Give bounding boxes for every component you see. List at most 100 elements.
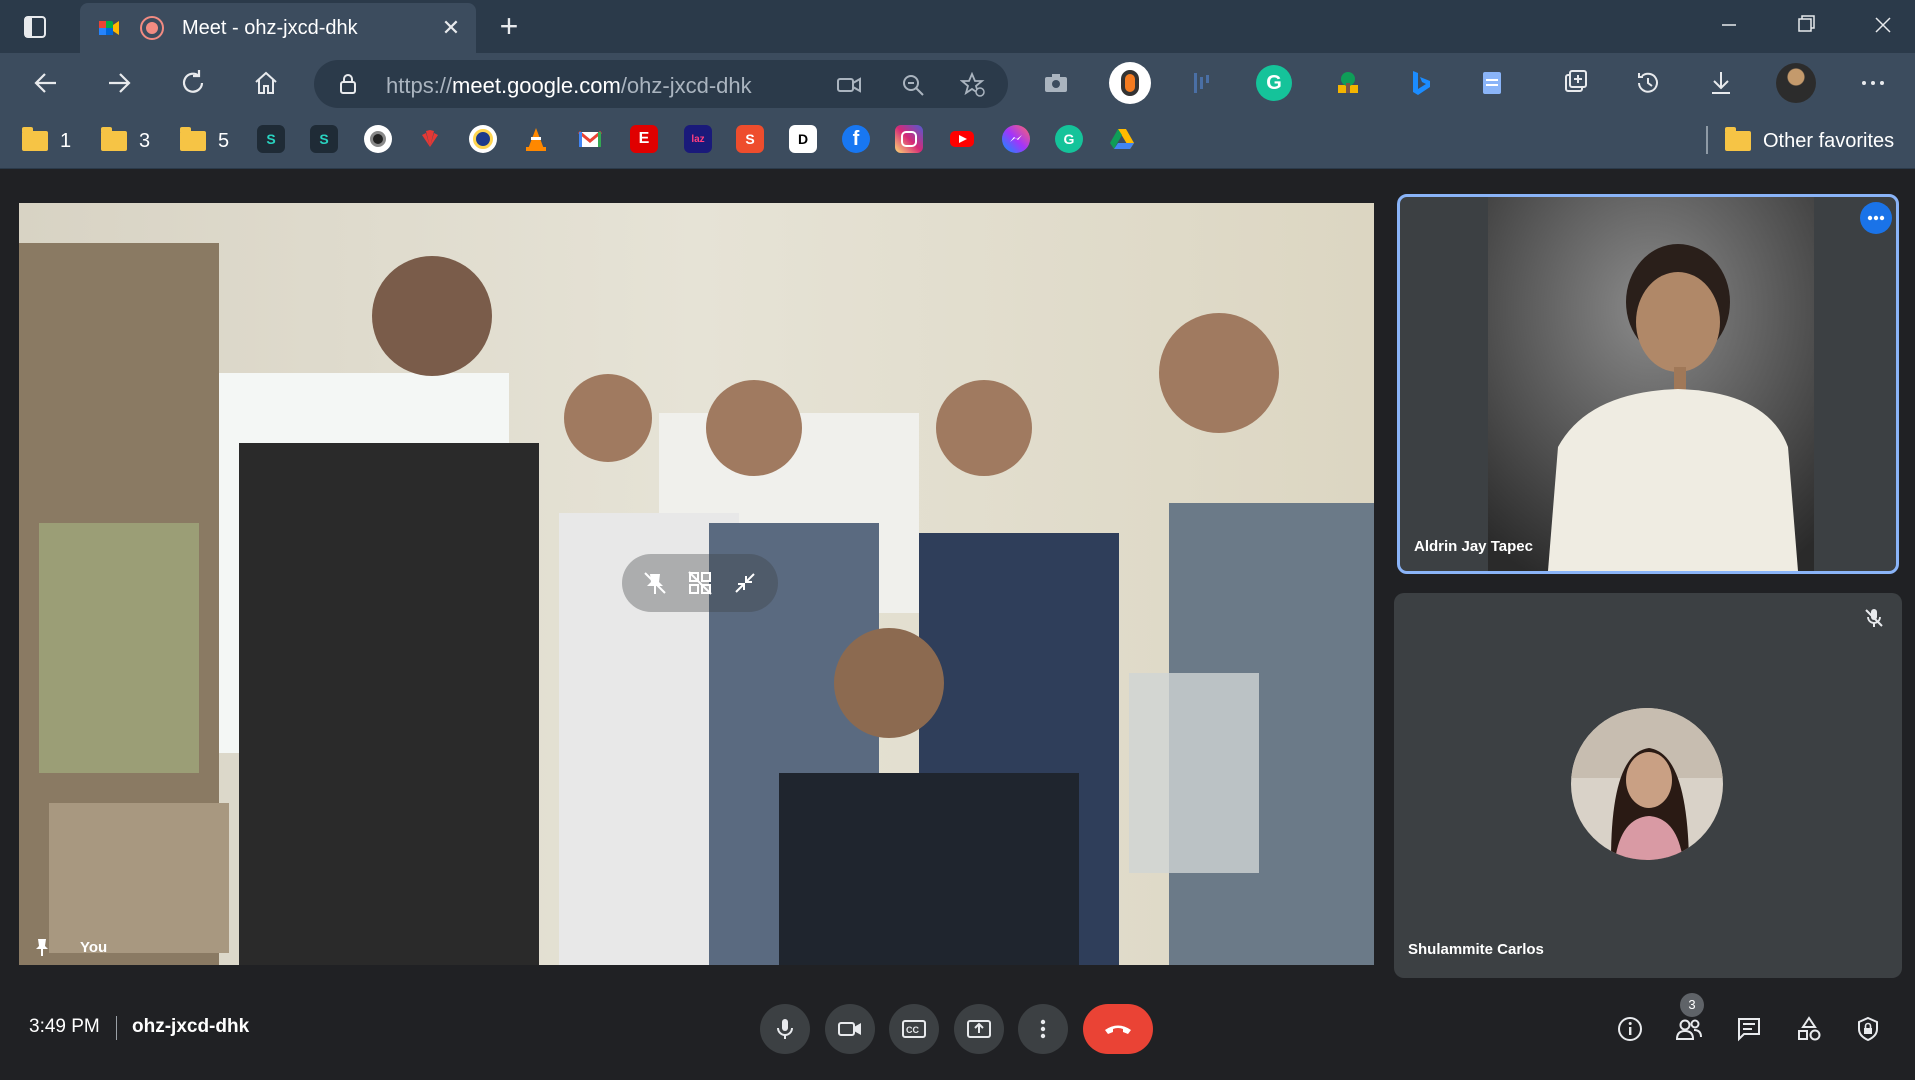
browser-titlebar: Meet - ohz-jxcd-dhk ✕ +: [0, 0, 1915, 53]
minimize-tile-icon[interactable]: [732, 570, 758, 596]
meeting-code: ohz-jxcd-dhk: [132, 1016, 250, 1037]
participant-tile[interactable]: Aldrin Jay Tapec: [1397, 194, 1899, 574]
microphone-button[interactable]: [760, 1004, 810, 1054]
folder-icon: [22, 127, 48, 151]
screenshot-camera-icon[interactable]: [1038, 65, 1074, 101]
more-options-button[interactable]: [1860, 202, 1892, 234]
mic-off-icon: [1865, 609, 1883, 627]
refresh-icon[interactable]: [175, 65, 211, 101]
bookmark-google-drive-icon[interactable]: [1108, 125, 1136, 153]
bookmark-camera-icon[interactable]: [364, 125, 392, 153]
favorites-divider: [1706, 126, 1708, 154]
url-text[interactable]: https://meet.google.com/ohz-jxcd-dhk: [386, 73, 752, 99]
zoom-out-icon[interactable]: [900, 72, 926, 98]
new-tab-button[interactable]: +: [493, 10, 525, 42]
folder-icon: [180, 127, 206, 151]
tile-hover-controls: [622, 554, 778, 612]
folder-icon: [101, 127, 127, 151]
browser-tab-meet[interactable]: Meet - ohz-jxcd-dhk ✕: [80, 3, 476, 53]
bookmark-instagram-icon[interactable]: [895, 125, 923, 153]
settings-more-icon[interactable]: [1855, 65, 1891, 101]
window-restore-icon[interactable]: [1786, 8, 1826, 42]
end-call-icon: [1105, 1025, 1131, 1034]
address-bar[interactable]: https://meet.google.com/ohz-jxcd-dhk: [314, 60, 1008, 108]
bookmark-folder-label: 3: [139, 129, 151, 152]
bookmark-messenger-icon[interactable]: [1002, 125, 1030, 153]
captions-button[interactable]: CC: [889, 1004, 939, 1054]
participant-avatar: [1571, 708, 1723, 860]
closed-captions-icon: CC: [902, 1020, 926, 1038]
tab-close-icon[interactable]: ✕: [438, 15, 464, 41]
bookmark-folder-5[interactable]: 5: [180, 126, 229, 156]
chat-button[interactable]: [1733, 1013, 1765, 1045]
url-host: meet.google.com: [452, 73, 621, 98]
participant-video-feed: [1488, 197, 1814, 571]
bookmark-s2-icon[interactable]: S: [310, 125, 338, 153]
activities-button[interactable]: [1793, 1013, 1825, 1045]
profile-avatar[interactable]: [1776, 63, 1816, 103]
tab-title: Meet - ohz-jxcd-dhk: [182, 17, 358, 39]
grammarly-icon[interactable]: G: [1256, 65, 1292, 101]
unpin-icon[interactable]: [642, 570, 668, 596]
present-screen-icon: [967, 1020, 991, 1038]
self-tile-name: You: [80, 939, 108, 956]
bookmark-facebook-icon[interactable]: f: [842, 125, 870, 153]
bookmark-vlc-icon[interactable]: [522, 125, 550, 153]
bookmark-folder-1[interactable]: 1: [22, 126, 71, 156]
participant-name: Shulammite Carlos: [1408, 941, 1544, 958]
present-now-button[interactable]: [954, 1004, 1004, 1054]
svg-text:CC: CC: [906, 1025, 919, 1035]
other-favorites-label: Other favorites: [1763, 129, 1895, 152]
camera-in-use-icon[interactable]: [836, 72, 862, 98]
meeting-time: 3:49 PM: [29, 1016, 100, 1037]
bing-icon[interactable]: [1402, 65, 1438, 101]
meeting-info-divider: [116, 1016, 117, 1040]
browser-toolbar: https://meet.google.com/ohz-jxcd-dhk G: [0, 53, 1915, 114]
pin-icon[interactable]: [33, 937, 51, 957]
collections-icon[interactable]: [1558, 65, 1594, 101]
folder-icon: [1725, 127, 1751, 151]
back-arrow-icon[interactable]: [28, 65, 64, 101]
history-icon[interactable]: [1630, 65, 1666, 101]
show-everyone-button[interactable]: [1673, 1013, 1705, 1045]
leave-call-button[interactable]: [1083, 1004, 1153, 1054]
window-minimize-icon[interactable]: [1709, 8, 1749, 42]
google-meet-icon: [99, 21, 119, 35]
other-favorites-folder[interactable]: Other favorites: [1725, 126, 1894, 156]
more-options-menu-button[interactable]: [1018, 1004, 1068, 1054]
bookmark-folder-3[interactable]: 3: [101, 126, 150, 156]
more-vert-icon: [1040, 1019, 1046, 1039]
people-icon: [1675, 1019, 1702, 1040]
extension-tree-icon[interactable]: [1330, 65, 1366, 101]
bookmark-s-icon[interactable]: S: [257, 125, 285, 153]
bookmark-shopee-icon[interactable]: S: [736, 125, 764, 153]
downloads-icon[interactable]: [1703, 65, 1739, 101]
microphone-icon: [777, 1019, 793, 1039]
bookmark-grammarly-icon[interactable]: G: [1055, 125, 1083, 153]
extension-document-icon[interactable]: [1474, 65, 1510, 101]
remove-from-grid-icon[interactable]: [687, 570, 713, 596]
bookmark-seal-icon[interactable]: [469, 125, 497, 153]
forward-arrow-icon[interactable]: [101, 65, 137, 101]
bookmark-e-icon[interactable]: E: [630, 125, 658, 153]
bookmark-lazada-icon[interactable]: laz: [684, 125, 712, 153]
shield-lock-icon: [1858, 1016, 1878, 1042]
extension-bars-icon[interactable]: [1184, 65, 1220, 101]
window-close-icon[interactable]: [1863, 8, 1903, 42]
recording-indicator-icon: [140, 16, 164, 40]
activities-shapes-icon: [1798, 1016, 1821, 1041]
meeting-details-button[interactable]: [1614, 1013, 1646, 1045]
video-camera-icon: [838, 1022, 861, 1036]
tab-actions-icon[interactable]: [22, 14, 48, 40]
add-favorite-icon[interactable]: [960, 72, 986, 98]
extension-honey-icon[interactable]: [1109, 62, 1151, 104]
host-controls-button[interactable]: [1852, 1013, 1884, 1045]
lock-icon[interactable]: [336, 72, 360, 96]
bookmark-youtube-icon[interactable]: [948, 125, 976, 153]
bookmark-gmail-icon[interactable]: [576, 125, 604, 153]
chat-icon: [1738, 1018, 1760, 1042]
camera-button[interactable]: [825, 1004, 875, 1054]
home-icon[interactable]: [248, 65, 284, 101]
bookmark-huawei-icon[interactable]: [416, 125, 444, 153]
bookmark-d-icon[interactable]: D: [789, 125, 817, 153]
